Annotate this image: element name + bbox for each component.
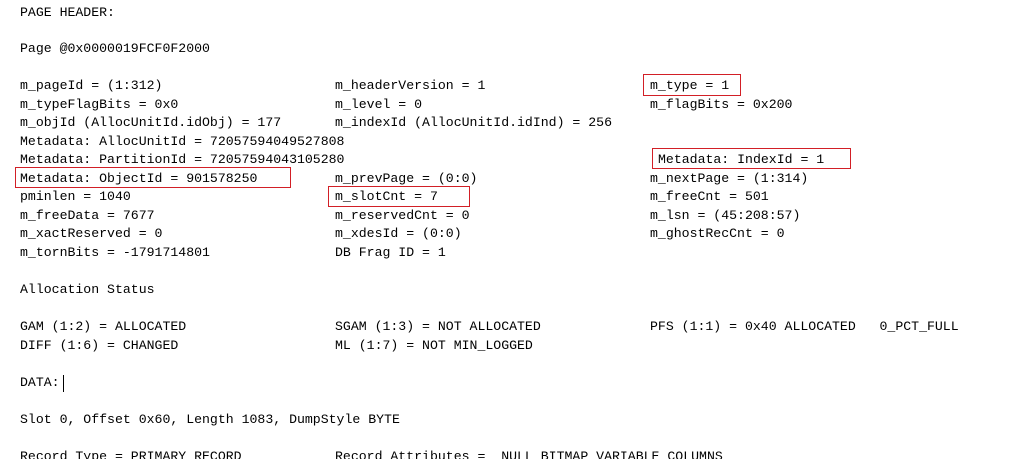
highlight-box-objectid bbox=[15, 167, 291, 188]
data-section-title: DATA: bbox=[20, 375, 60, 390]
field-m-objid: m_objId (AllocUnitId.idObj) = 177 bbox=[20, 115, 282, 130]
field-m-freedata: m_freeData = 7677 bbox=[20, 207, 155, 223]
field-m-lsn: m_lsn = (45:208:57) bbox=[650, 207, 801, 223]
alloc-pfs: PFS (1:1) = 0x40 ALLOCATED 0_PCT_FULL bbox=[650, 319, 959, 334]
field-m-headerversion: m_headerVersion = 1 bbox=[335, 78, 486, 93]
slot-line: Slot 0, Offset 0x60, Length 1083, DumpSt… bbox=[20, 412, 400, 427]
highlight-box-slotcnt bbox=[328, 186, 470, 207]
field-m-level: m_level = 0 bbox=[335, 96, 423, 112]
record-type-line: Record Type = PRIMARY_RECORD bbox=[20, 449, 242, 459]
alloc-diff: DIFF (1:6) = CHANGED bbox=[20, 338, 179, 353]
field-m-ghostreccnt: m_ghostRecCnt = 0 bbox=[650, 226, 785, 241]
field-m-xdesid: m_xdesId = (0:0) bbox=[335, 226, 462, 241]
field-m-pageid: m_pageId = (1:312) bbox=[20, 78, 163, 93]
alloc-gam: GAM (1:2) = ALLOCATED bbox=[20, 319, 187, 334]
field-m-nextpage: m_nextPage = (1:314) bbox=[650, 170, 809, 186]
field-m-indexid: m_indexId (AllocUnitId.idInd) = 256 bbox=[335, 115, 612, 130]
text-cursor bbox=[63, 375, 64, 392]
field-allocunitid: Metadata: AllocUnitId = 7205759404952780… bbox=[20, 133, 345, 149]
field-m-reservedcnt: m_reservedCnt = 0 bbox=[335, 207, 470, 223]
field-m-tornbits: m_tornBits = -1791714801 bbox=[20, 244, 210, 260]
alloc-sgam: SGAM (1:3) = NOT ALLOCATED bbox=[335, 319, 541, 334]
page-address-line: Page @0x0000019FCF0F2000 bbox=[20, 41, 210, 56]
field-m-typeflagbits: m_typeFlagBits = 0x0 bbox=[20, 96, 179, 112]
highlight-box-m-type bbox=[643, 74, 741, 96]
field-m-flagbits: m_flagBits = 0x200 bbox=[650, 96, 793, 112]
page-header-title: PAGE HEADER: bbox=[20, 5, 115, 20]
field-db-frag-id: DB Frag ID = 1 bbox=[335, 244, 446, 260]
highlight-box-indexid bbox=[652, 148, 851, 169]
field-m-xactreserved: m_xactReserved = 0 bbox=[20, 226, 163, 241]
record-attributes-line: Record Attributes = NULL_BITMAP VARIABLE… bbox=[335, 449, 723, 459]
allocation-status-title: Allocation Status bbox=[20, 282, 155, 297]
field-pminlen: pminlen = 1040 bbox=[20, 189, 131, 204]
page-dump-view: PAGE HEADER: Page @0x0000019FCF0F2000 m_… bbox=[0, 0, 1024, 459]
field-m-freecnt: m_freeCnt = 501 bbox=[650, 189, 769, 204]
alloc-ml: ML (1:7) = NOT MIN_LOGGED bbox=[335, 338, 533, 353]
